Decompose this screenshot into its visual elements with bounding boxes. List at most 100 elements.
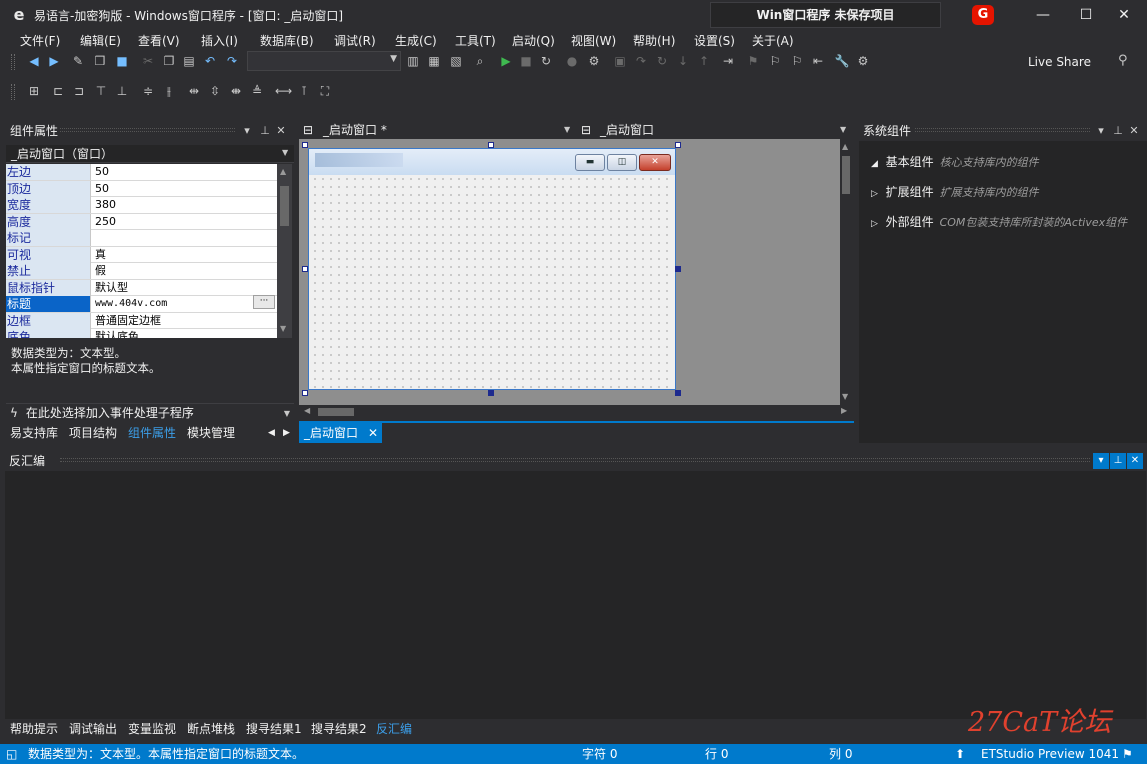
- toolbar-grip-2[interactable]: [11, 84, 15, 100]
- menu-view[interactable]: 查看(V): [138, 32, 180, 49]
- save-icon[interactable]: ■: [114, 53, 130, 69]
- scroll-right-icon[interactable]: ▶: [841, 406, 847, 415]
- resize-handle[interactable]: [302, 142, 308, 148]
- minimize-button[interactable]: —: [1020, 0, 1066, 30]
- property-value[interactable]: [92, 230, 277, 246]
- resize-handle[interactable]: [675, 266, 681, 272]
- stop-icon[interactable]: ■: [518, 53, 534, 69]
- property-value[interactable]: 默认型: [92, 280, 277, 296]
- property-value[interactable]: 50: [92, 181, 277, 197]
- find-icon[interactable]: ⌕: [472, 53, 488, 69]
- menu-debug[interactable]: 调试(R): [334, 32, 376, 49]
- scroll-thumb[interactable]: [318, 408, 354, 416]
- cut-icon[interactable]: ✂: [140, 53, 156, 69]
- same-width-icon[interactable]: ⇹: [186, 83, 202, 99]
- align-right-icon[interactable]: ⊐: [71, 83, 87, 99]
- step-out-icon[interactable]: ↻: [654, 53, 670, 69]
- tree-item-basic[interactable]: ◢ 基本组件 核心支持库内的组件: [871, 153, 1039, 170]
- same-size-icon[interactable]: ⇼: [228, 83, 244, 99]
- undo-icon[interactable]: ↶: [202, 53, 218, 69]
- step-down-icon[interactable]: ↓: [675, 53, 691, 69]
- doc-tab-startup[interactable]: _启动窗口: [600, 121, 654, 139]
- step-up-icon[interactable]: ↑: [696, 53, 712, 69]
- menu-build[interactable]: 生成(C): [395, 32, 437, 49]
- tab-component-properties[interactable]: 组件属性: [128, 424, 176, 443]
- space-equal-icon[interactable]: ≜: [249, 83, 265, 99]
- tab-scroll-left-icon[interactable]: ◀: [268, 424, 275, 443]
- scroll-thumb[interactable]: [842, 156, 850, 194]
- panel-menu-icon[interactable]: ▾: [240, 121, 254, 141]
- property-value[interactable]: 假: [92, 263, 277, 279]
- pin-icon[interactable]: ⊥: [1110, 453, 1126, 469]
- scroll-up-icon[interactable]: ▲: [842, 142, 848, 151]
- menu-window[interactable]: 视图(W): [571, 32, 616, 49]
- panel-menu-icon[interactable]: ▾: [1094, 121, 1108, 141]
- step-into-icon[interactable]: ▣: [612, 53, 628, 69]
- property-row[interactable]: 禁止假: [6, 263, 277, 280]
- property-row[interactable]: 标记: [6, 230, 277, 247]
- align-left-icon[interactable]: ⊏: [50, 83, 66, 99]
- fit-icon[interactable]: ⛶: [317, 83, 333, 99]
- upload-arrow-icon[interactable]: ⬆: [955, 744, 965, 764]
- tab-scroll-right-icon[interactable]: ▶: [283, 424, 290, 443]
- close-button[interactable]: ✕: [1101, 0, 1147, 30]
- property-value[interactable]: 250: [92, 214, 277, 230]
- menu-tools[interactable]: 工具(T): [455, 32, 496, 49]
- pin-icon[interactable]: ⊥: [258, 121, 272, 141]
- property-value[interactable]: www.404v.com: [92, 296, 277, 312]
- tab-support-libs[interactable]: 易支持库: [10, 424, 58, 443]
- notification-icon[interactable]: ⚑: [1122, 744, 1133, 764]
- property-value[interactable]: 真: [92, 247, 277, 263]
- forward-icon[interactable]: ▶: [46, 53, 62, 69]
- align-bottom-icon[interactable]: ⊥: [114, 83, 130, 99]
- property-value[interactable]: 380: [92, 197, 277, 213]
- panel-menu-icon[interactable]: ▾: [1093, 453, 1109, 469]
- scroll-thumb[interactable]: [280, 186, 289, 226]
- resize-handle[interactable]: [675, 390, 681, 396]
- menu-help[interactable]: 帮助(H): [633, 32, 675, 49]
- property-row[interactable]: 宽度 380: [6, 197, 277, 214]
- editor-horizontal-scrollbar[interactable]: [299, 405, 853, 419]
- property-value[interactable]: 默认底色: [92, 329, 277, 338]
- close-icon[interactable]: ✕: [368, 423, 378, 443]
- restart-icon[interactable]: ↻: [538, 53, 554, 69]
- bookmark-clear-icon[interactable]: ⇤: [810, 53, 826, 69]
- indent-icon[interactable]: ⇥: [720, 53, 736, 69]
- tab-project-structure[interactable]: 项目结构: [69, 424, 117, 443]
- property-row[interactable]: 顶边 50: [6, 180, 277, 197]
- resize-handle[interactable]: [675, 142, 681, 148]
- ellipsis-button[interactable]: ···: [253, 295, 275, 309]
- bookmark-prev-icon[interactable]: ⚐: [767, 53, 783, 69]
- menu-about[interactable]: 关于(A): [752, 32, 794, 49]
- doc-tab-startup-modified[interactable]: _启动窗口 *: [323, 121, 387, 139]
- resize-handle[interactable]: [302, 266, 308, 272]
- doc-tab-active[interactable]: _启动窗口 ✕: [299, 423, 382, 443]
- tab-variable-watch[interactable]: 变量监视: [128, 719, 176, 739]
- align-top-icon[interactable]: ⊤: [93, 83, 109, 99]
- tab-disassembly[interactable]: 反汇编: [376, 719, 412, 739]
- menu-file[interactable]: 文件(F): [20, 32, 60, 49]
- wrench-icon[interactable]: 🔧: [834, 53, 850, 69]
- property-value[interactable]: 普通固定边框: [92, 313, 277, 329]
- copy-icon[interactable]: ❐: [161, 53, 177, 69]
- paste-icon[interactable]: ▤: [181, 53, 197, 69]
- panel-close-icon[interactable]: ✕: [1127, 121, 1141, 141]
- form-designer-window[interactable]: ▬ ◫ ✕: [308, 148, 676, 390]
- back-icon[interactable]: ◀: [26, 53, 42, 69]
- step-over-icon[interactable]: ↷: [633, 53, 649, 69]
- bookmark-icon[interactable]: ⚑: [745, 53, 761, 69]
- distribute-h-icon[interactable]: ⟷: [275, 83, 292, 99]
- tab-module-management[interactable]: 模块管理: [187, 424, 235, 443]
- tab-debug-output[interactable]: 调试输出: [69, 719, 117, 739]
- panel-close-icon[interactable]: ✕: [1127, 453, 1143, 469]
- property-row[interactable]: 底色 默认底色: [6, 329, 277, 338]
- menu-settings[interactable]: 设置(S): [694, 32, 735, 49]
- same-height-icon[interactable]: ⇳: [207, 83, 223, 99]
- pin-icon[interactable]: ⊥: [1111, 121, 1125, 141]
- compile-icon[interactable]: ▥: [405, 53, 421, 69]
- menu-insert[interactable]: 插入(I): [201, 32, 238, 49]
- chevron-down-icon[interactable]: ▼: [840, 121, 846, 139]
- scroll-down-icon[interactable]: ▼: [280, 324, 286, 333]
- property-value[interactable]: 50: [92, 164, 277, 180]
- open-file-icon[interactable]: ❒: [92, 53, 108, 69]
